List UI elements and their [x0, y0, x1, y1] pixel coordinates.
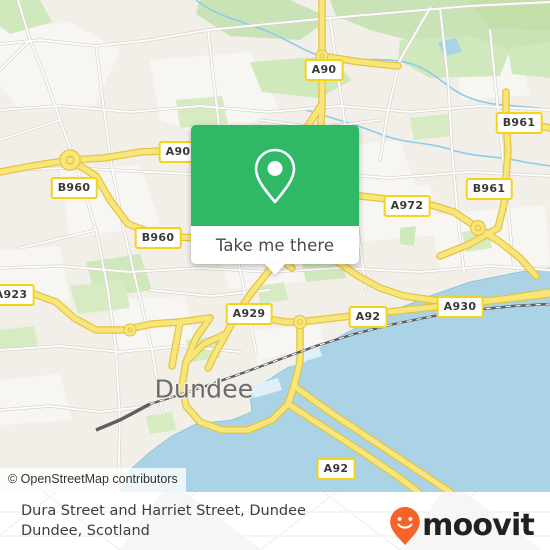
footer-bar: Dura Street and Harriet Street, Dundee D… [0, 492, 550, 550]
road-shield-b960-west[interactable]: B960 [50, 177, 98, 199]
road-shield-b961-north[interactable]: B961 [495, 112, 543, 134]
road-shield-a972[interactable]: A972 [383, 195, 431, 217]
road-shield-b960-mid[interactable]: B960 [134, 227, 182, 249]
road-shield-b961-south[interactable]: B961 [465, 178, 513, 200]
moovit-wordmark: moovit [422, 508, 535, 543]
map-pin-icon [254, 148, 296, 203]
place-name-label: Dura Street and Harriet Street, Dundee D… [21, 503, 306, 539]
road-shield-a929[interactable]: A929 [225, 303, 273, 325]
take-me-there-callout[interactable]: Take me there [191, 125, 359, 275]
callout-pin-area [191, 125, 359, 226]
take-me-there-label: Take me there [215, 235, 335, 255]
callout-action-area[interactable]: Take me there [191, 226, 359, 275]
map-canvas[interactable]: A90 A90 B960 B960 B961 B961 A972 A923 A9… [0, 0, 550, 492]
road-shield-a92-coast[interactable]: A92 [348, 306, 388, 328]
road-shield-a92-bridge[interactable]: A92 [316, 458, 356, 480]
map-attribution[interactable]: © OpenStreetMap contributors [0, 468, 186, 492]
moovit-map-share-view: A90 A90 B960 B960 B961 B961 A972 A923 A9… [0, 0, 550, 550]
road-shield-a930[interactable]: A930 [436, 296, 484, 318]
moovit-logo[interactable]: moovit [389, 506, 535, 546]
road-shield-a90-north[interactable]: A90 [304, 59, 344, 81]
callout-pointer-arrow [264, 263, 286, 275]
road-shield-a923[interactable]: A923 [0, 284, 35, 306]
city-label-dundee: Dundee [154, 374, 254, 404]
moovit-smiley-pin-icon [390, 507, 420, 545]
